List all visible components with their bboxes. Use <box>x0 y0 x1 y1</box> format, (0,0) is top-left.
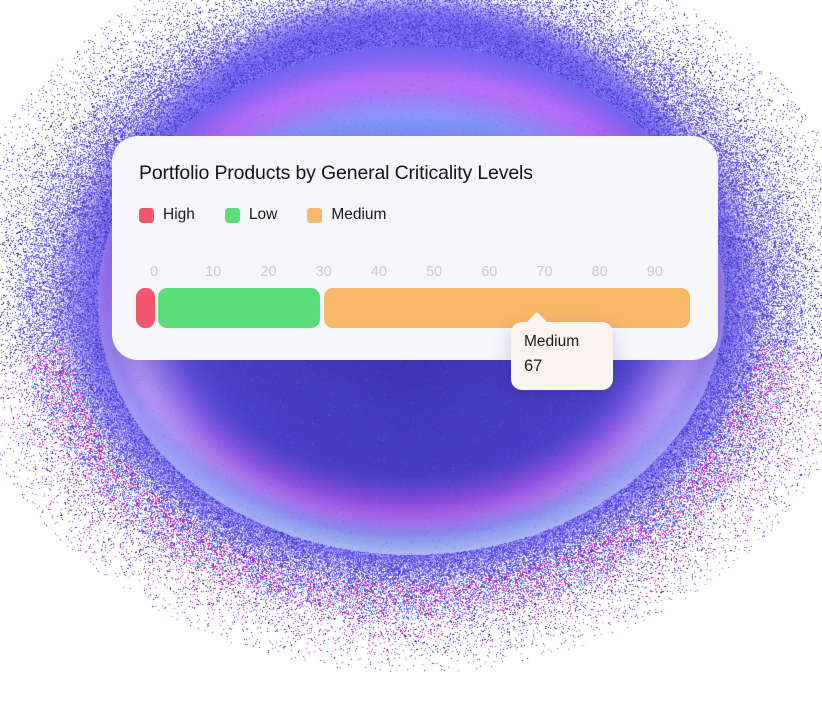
chart-tooltip: Medium 67 <box>511 312 613 390</box>
bar-segment-high[interactable] <box>136 288 155 328</box>
x-axis-tick-60: 60 <box>481 264 498 280</box>
chart-card: Portfolio Products by General Criticalit… <box>112 136 718 360</box>
legend-label-high: High <box>163 206 195 223</box>
legend-swatch-icon-high <box>139 207 154 223</box>
x-axis-tick-90: 90 <box>646 264 663 280</box>
chart-title: Portfolio Products by General Criticalit… <box>139 162 533 184</box>
legend-item-low[interactable]: Low <box>224 206 278 224</box>
legend-swatch-icon-low <box>224 207 240 223</box>
tooltip-arrow-icon <box>526 312 548 323</box>
legend-label-low: Low <box>248 206 278 223</box>
legend-swatch-icon-medium <box>307 207 323 223</box>
legend-label-medium: Medium <box>331 206 387 223</box>
x-axis-tick-40: 40 <box>370 264 387 280</box>
x-axis-tick-50: 50 <box>426 264 443 280</box>
bar-segment-low[interactable] <box>158 288 321 328</box>
x-axis-tick-10: 10 <box>205 264 222 280</box>
x-axis-tick-70: 70 <box>536 264 553 280</box>
bar-segment-medium[interactable] <box>323 288 690 328</box>
x-axis-tick-0: 0 <box>150 264 159 280</box>
legend-item-high[interactable]: High <box>139 206 195 224</box>
legend-item-medium[interactable]: Medium <box>307 206 386 224</box>
x-axis-tick-30: 30 <box>315 264 332 280</box>
x-axis-tick-20: 20 <box>260 264 277 280</box>
chart-x-axis: 0 10 20 30 40 50 60 70 80 90 <box>136 264 696 284</box>
chart-legend: High Low Medium <box>139 206 416 224</box>
x-axis-tick-80: 80 <box>591 264 608 280</box>
tooltip-value-label: 67 <box>524 357 543 375</box>
tooltip-series-label: Medium <box>524 333 580 350</box>
